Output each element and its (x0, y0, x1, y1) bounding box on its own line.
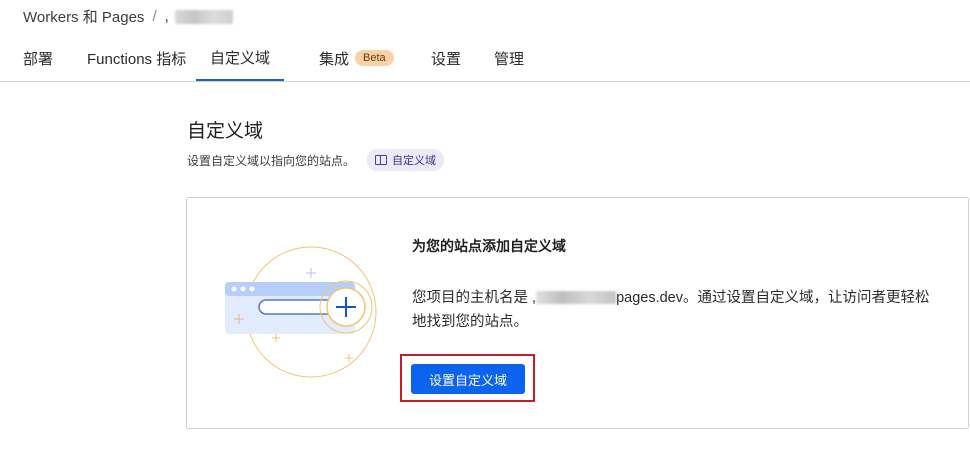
set-up-custom-domain-button[interactable]: 设置自定义域 (411, 364, 525, 394)
breadcrumb-root[interactable]: Workers 和 Pages (23, 6, 144, 27)
highlight-frame: 设置自定义域 (400, 354, 535, 402)
empty-state-card: 为您的站点添加自定义域 您项目的主机名是 , pages.dev。通过设置自定义域… (186, 197, 969, 429)
tab-label: 集成 (319, 50, 350, 68)
custom-domain-illustration (225, 246, 377, 378)
page-title: 自定义域 (187, 121, 264, 142)
docs-link[interactable]: 自定义域 (367, 149, 445, 171)
tab-custom-domains[interactable]: 自定义域 (196, 36, 285, 81)
breadcrumb-separator: / (152, 8, 157, 25)
section-description: 设置自定义域以指向您的站点。 自定义域 (187, 149, 445, 171)
tab-label: 设置 (431, 50, 462, 68)
card-description: 您项目的主机名是 , pages.dev。通过设置自定义域，让访问者更轻松地找到您… (412, 286, 932, 334)
redacted-project-name (174, 9, 233, 24)
book-icon (375, 155, 388, 165)
tab-label: 管理 (494, 50, 525, 68)
tab-functions-metrics[interactable]: Functions 指标 (87, 36, 186, 80)
docs-link-label: 自定义域 (392, 155, 437, 167)
tab-label: 自定义域 (210, 50, 271, 67)
tab-integrations[interactable]: 集成 Beta (319, 36, 394, 80)
tab-settings[interactable]: 设置 (431, 36, 461, 80)
description-text: 设置自定义域以指向您的站点。 (187, 153, 356, 168)
tab-label: 部署 (23, 50, 54, 68)
text-prefix: 您项目的主机名是 , (412, 290, 537, 306)
tab-label: Functions 指标 (87, 50, 187, 68)
beta-badge: Beta (355, 50, 394, 66)
tab-deployments[interactable]: 部署 (23, 36, 53, 80)
redacted-hostname (536, 291, 617, 304)
card-title: 为您的站点添加自定义域 (412, 238, 566, 254)
breadcrumb-project: , (164, 8, 169, 25)
tab-manage[interactable]: 管理 (494, 36, 524, 80)
tab-bar: 部署 Functions 指标 自定义域 集成 Beta 设置 管理 (0, 36, 970, 82)
hostname-suffix: pages.dev (616, 290, 683, 306)
breadcrumb: Workers 和 Pages / , (23, 6, 233, 27)
